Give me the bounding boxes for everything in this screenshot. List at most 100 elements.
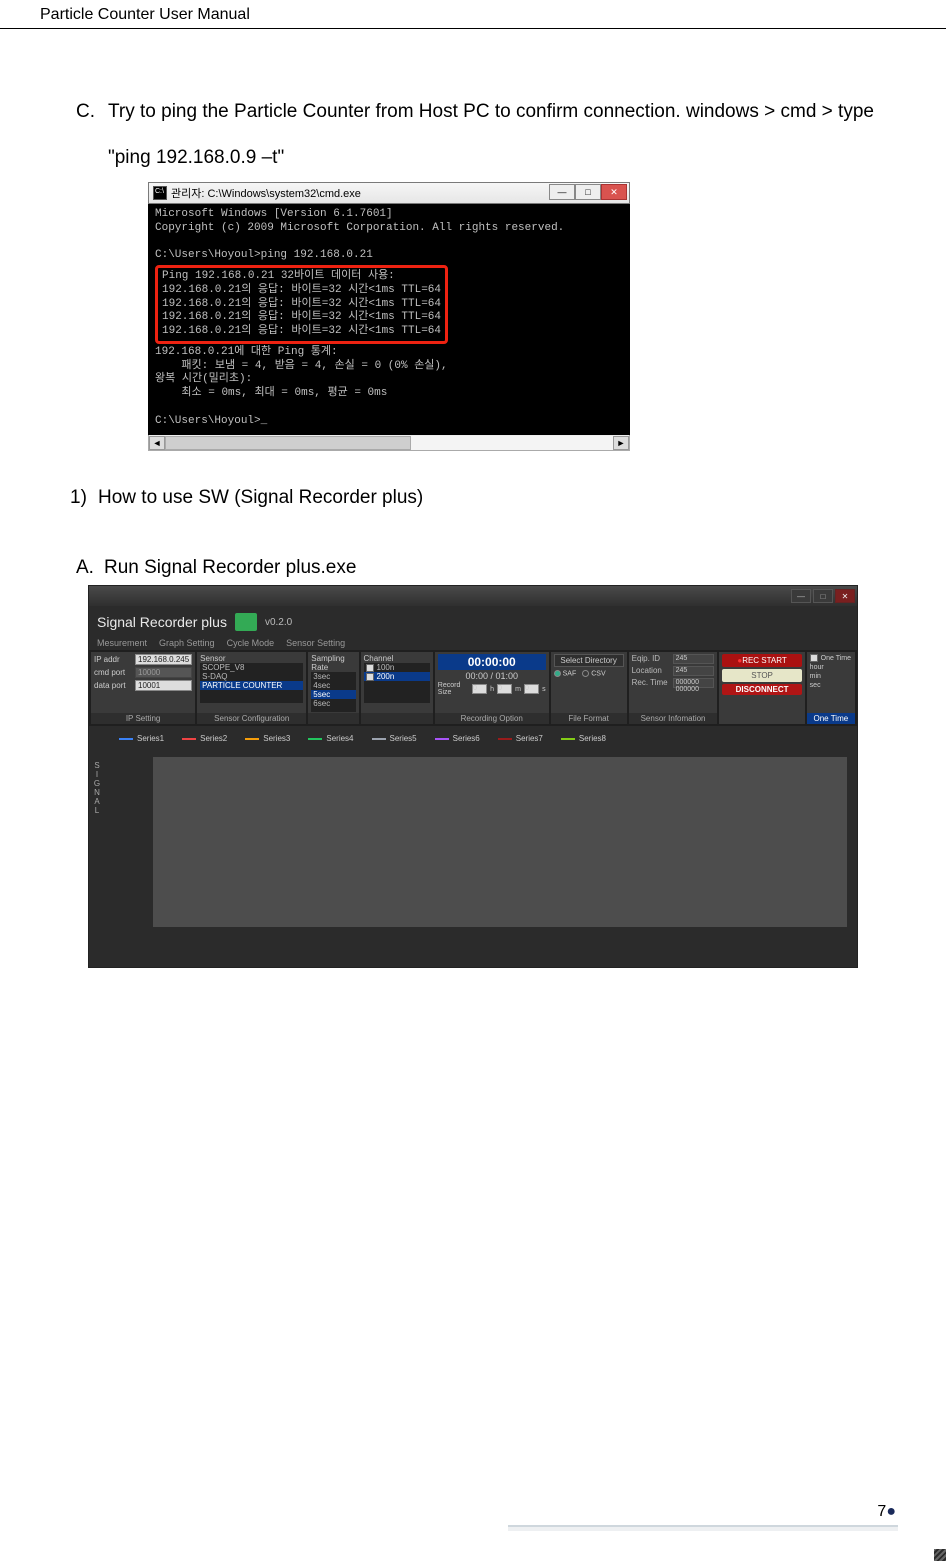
panel-ip-footer: IP Setting xyxy=(91,713,195,724)
header-left: Particle Counter User Manual xyxy=(40,6,250,24)
eqip-id-field[interactable]: 245 xyxy=(673,654,715,664)
cmd-titlebar[interactable]: 관리자: C:\Windows\system32\cmd.exe — □ ✕ xyxy=(148,182,630,204)
checkbox-icon[interactable] xyxy=(366,673,374,681)
cmd-port-field[interactable]: 10000 xyxy=(135,667,192,678)
section-1-text: How to use SW (Signal Recorder plus) xyxy=(98,487,423,509)
panel-record-footer: Recording Option xyxy=(435,713,549,724)
channel-item-0[interactable]: 100n xyxy=(364,663,430,672)
select-directory-button[interactable]: Select Directory xyxy=(554,654,624,667)
sec-label: sec xyxy=(810,682,821,689)
rec-m-field[interactable]: 0 xyxy=(497,684,512,694)
legend-series3[interactable]: Series3 xyxy=(245,734,290,743)
menu-sensor-setting[interactable]: Sensor Setting xyxy=(286,638,345,648)
onetime-label: One Time xyxy=(821,655,851,662)
panel-channel: Channel 100n 200n xyxy=(361,652,433,724)
sr-panels: IP addr192.168.0.245 cmd port10000 data … xyxy=(89,650,857,726)
swatch-icon xyxy=(372,738,386,740)
menu-graph-setting[interactable]: Graph Setting xyxy=(159,638,215,648)
cmd-top: Microsoft Windows [Version 6.1.7601] Cop… xyxy=(155,208,564,261)
footer-divider-2 xyxy=(508,1527,898,1531)
sensor-header: Sensor xyxy=(200,654,303,663)
legend-series2[interactable]: Series2 xyxy=(182,734,227,743)
step-a-text: Run Signal Recorder plus.exe xyxy=(104,557,356,579)
rate-item-2[interactable]: 5sec xyxy=(311,690,355,699)
scroll-thumb[interactable] xyxy=(165,436,411,450)
minimize-button[interactable]: — xyxy=(549,184,575,200)
sr-maximize-button[interactable]: □ xyxy=(813,589,833,603)
channel-header: Channel xyxy=(364,654,430,663)
radio-on-icon xyxy=(554,670,561,677)
eqip-id-label: Eqip. ID xyxy=(632,654,670,664)
legend-series4[interactable]: Series4 xyxy=(308,734,353,743)
sr-plot-canvas[interactable] xyxy=(153,757,847,927)
rate-item-1[interactable]: 4sec xyxy=(311,681,355,690)
sr-chart-area: S I G N A L xyxy=(91,751,855,961)
panel-ip: IP addr192.168.0.245 cmd port10000 data … xyxy=(91,652,195,724)
hour-label: hour xyxy=(810,664,824,671)
sr-app-icon xyxy=(235,613,257,631)
record-timer: 00:00:00 xyxy=(438,654,546,670)
swatch-icon xyxy=(182,738,196,740)
sr-version: v0.2.0 xyxy=(265,617,292,628)
legend-series6[interactable]: Series6 xyxy=(435,734,480,743)
scroll-track[interactable] xyxy=(165,436,613,450)
radio-saf[interactable]: SAF xyxy=(554,670,577,677)
channel-list[interactable]: 100n 200n xyxy=(364,663,430,703)
sensor-item-1[interactable]: S-DAQ xyxy=(200,672,303,681)
data-port-field[interactable]: 10001 xyxy=(135,680,192,691)
rec-time-field[interactable]: 000000 000000 xyxy=(673,678,715,688)
ip-addr-field[interactable]: 192.168.0.245 xyxy=(135,654,192,665)
location-field[interactable]: 245 xyxy=(673,666,715,676)
swatch-icon xyxy=(435,738,449,740)
channel-item-1[interactable]: 200n xyxy=(364,672,430,681)
legend-series8[interactable]: Series8 xyxy=(561,734,606,743)
legend-series1[interactable]: Series1 xyxy=(119,734,164,743)
record-progress: 00:00 / 01:00 xyxy=(438,671,546,681)
rec-start-button[interactable]: REC START xyxy=(722,654,801,667)
stop-button[interactable]: STOP xyxy=(722,669,801,682)
maximize-button[interactable]: □ xyxy=(575,184,601,200)
panel-record: 00:00:00 00:00 / 01:00 Record Size 0h 0m… xyxy=(435,652,549,724)
rec-time-label: Rec. Time xyxy=(632,678,670,688)
legend-series7[interactable]: Series7 xyxy=(498,734,543,743)
cmd-bottom: 192.168.0.21에 대한 Ping 통계: 패킷: 보냄 = 4, 받음… xyxy=(155,346,448,427)
close-button[interactable]: ✕ xyxy=(601,184,627,200)
checkbox-icon[interactable] xyxy=(810,654,818,662)
panel-file-footer: File Format xyxy=(551,713,627,724)
step-c-text: Try to ping the Particle Counter from Ho… xyxy=(108,89,876,180)
menu-measurement[interactable]: Mesurement xyxy=(97,638,147,648)
section-1-marker: 1) xyxy=(70,487,98,509)
cmd-body[interactable]: Microsoft Windows [Version 6.1.7601] Cop… xyxy=(148,204,630,435)
sr-titlebar[interactable]: Signal Recorder plus v0.2.0 xyxy=(89,606,857,638)
scroll-right-icon[interactable]: ► xyxy=(613,436,629,450)
rate-item-3[interactable]: 6sec xyxy=(311,699,355,708)
step-c-marker: C. xyxy=(70,89,108,180)
rec-s-field[interactable]: 0 xyxy=(524,684,539,694)
min-label: min xyxy=(810,673,821,680)
sr-yaxis-label: S I G N A L xyxy=(91,761,105,815)
sr-close-button[interactable]: ✕ xyxy=(835,589,855,603)
radio-csv[interactable]: CSV xyxy=(582,670,605,677)
panel-onetime-footer: One Time xyxy=(807,713,855,724)
scroll-left-icon[interactable]: ◄ xyxy=(149,436,165,450)
resize-grip-icon[interactable] xyxy=(934,1549,946,1561)
sr-minimize-button[interactable]: — xyxy=(791,589,811,603)
sr-window-controls: — □ ✕ xyxy=(89,586,857,606)
sensor-item-0[interactable]: SCOPE_V8 xyxy=(200,663,303,672)
checkbox-icon[interactable] xyxy=(366,664,374,672)
section-1: 1) How to use SW (Signal Recorder plus) xyxy=(70,487,876,509)
legend-series5[interactable]: Series5 xyxy=(372,734,417,743)
rate-item-0[interactable]: 3sec xyxy=(311,672,355,681)
panel-rate-footer xyxy=(308,713,358,724)
disconnect-button[interactable]: DISCONNECT xyxy=(722,684,801,695)
menu-cycle-mode[interactable]: Cycle Mode xyxy=(227,638,275,648)
sensor-list[interactable]: SCOPE_V8 S-DAQ PARTICLE COUNTER xyxy=(200,663,303,703)
cmd-scrollbar[interactable]: ◄ ► xyxy=(148,435,630,451)
record-size-label: Record Size xyxy=(438,682,469,696)
swatch-icon xyxy=(561,738,575,740)
sensor-item-2[interactable]: PARTICLE COUNTER xyxy=(200,681,303,690)
rate-list[interactable]: 3sec 4sec 5sec 6sec xyxy=(311,672,355,712)
rec-h-field[interactable]: 0 xyxy=(472,684,487,694)
sr-title: Signal Recorder plus xyxy=(97,614,227,630)
step-c: C. Try to ping the Particle Counter from… xyxy=(70,89,876,180)
